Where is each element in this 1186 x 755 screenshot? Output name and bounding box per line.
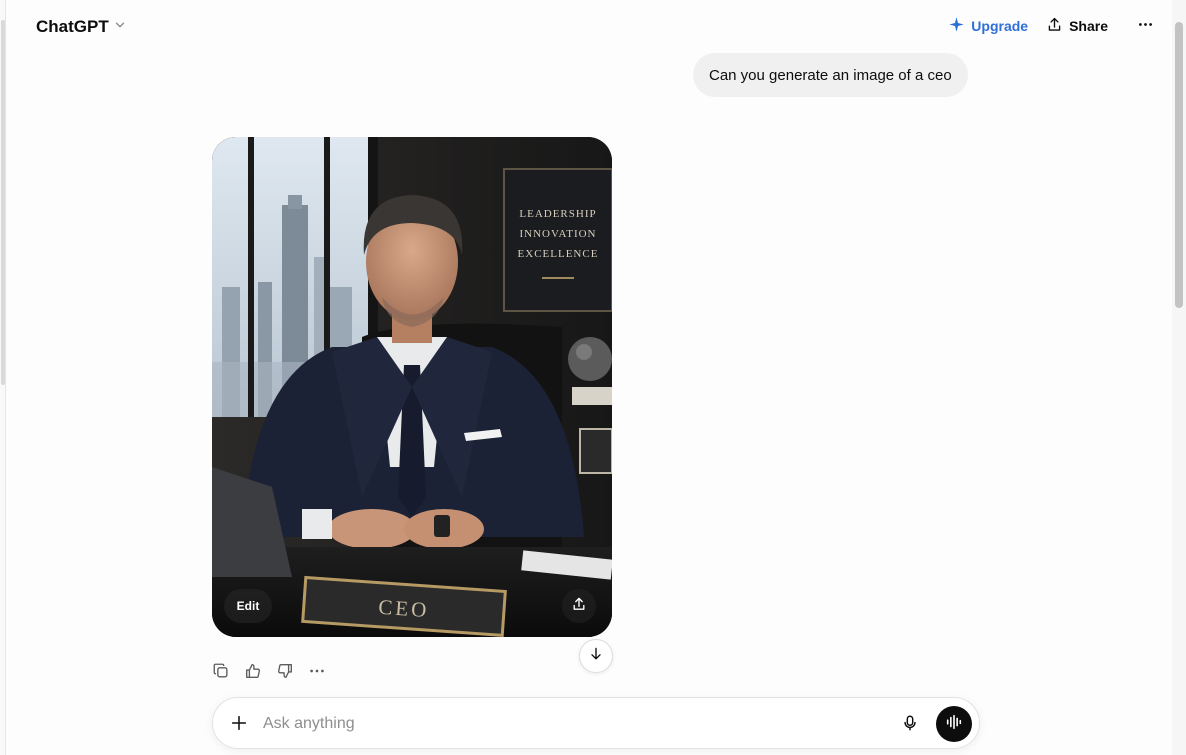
plaque-line: INNOVATION	[519, 228, 596, 240]
nameplate-text: CEO	[378, 595, 431, 622]
copy-icon[interactable]	[212, 662, 230, 680]
plaque-line: LEADERSHIP	[519, 208, 596, 220]
header-actions: Upgrade Share	[948, 14, 1158, 38]
composer	[212, 697, 980, 749]
model-name: ChatGPT	[36, 17, 109, 36]
page-scrollbar[interactable]	[1172, 0, 1186, 755]
more-horizontal-icon[interactable]	[308, 662, 326, 680]
chevron-down-icon	[113, 18, 127, 37]
chat-main: ChatGPT Upgrade Share Can you generate a…	[6, 0, 1172, 755]
plus-icon[interactable]	[227, 711, 251, 735]
plaque-line: EXCELLENCE	[518, 248, 599, 260]
message-actions	[212, 662, 326, 680]
more-options-button[interactable]	[1132, 14, 1158, 38]
thumbs-down-icon[interactable]	[276, 662, 294, 680]
share-upload-icon	[571, 596, 587, 617]
share-label: Share	[1069, 18, 1108, 34]
sidebar-scrollbar-thumb[interactable]	[1, 20, 5, 385]
edit-label: Edit	[236, 599, 260, 613]
scroll-to-bottom-button[interactable]	[579, 639, 613, 673]
voice-mode-button[interactable]	[936, 706, 972, 742]
thumbs-up-icon[interactable]	[244, 662, 262, 680]
more-horizontal-icon	[1137, 16, 1154, 36]
microphone-icon[interactable]	[899, 712, 921, 734]
ceo-portrait-image: LEADERSHIP INNOVATION EXCELLENCE CEO	[212, 137, 612, 637]
share-upload-icon	[1046, 16, 1063, 36]
model-switcher[interactable]: ChatGPT	[36, 16, 127, 38]
prompt-input[interactable]	[263, 712, 823, 736]
upgrade-label: Upgrade	[971, 18, 1029, 34]
generated-image[interactable]: LEADERSHIP INNOVATION EXCELLENCE CEO Edi…	[212, 137, 612, 637]
arrow-down-icon	[588, 646, 604, 667]
user-message-bubble: Can you generate an image of a ceo	[693, 53, 968, 97]
edit-image-button[interactable]: Edit	[224, 589, 272, 623]
voice-mode-icon	[945, 713, 963, 736]
share-image-button[interactable]	[562, 589, 596, 623]
page-scrollbar-thumb[interactable]	[1175, 22, 1183, 308]
upgrade-button[interactable]: Upgrade	[948, 14, 1028, 38]
user-message-text: Can you generate an image of a ceo	[709, 66, 952, 84]
sparkle-icon	[948, 16, 965, 36]
share-button[interactable]: Share	[1046, 14, 1108, 38]
